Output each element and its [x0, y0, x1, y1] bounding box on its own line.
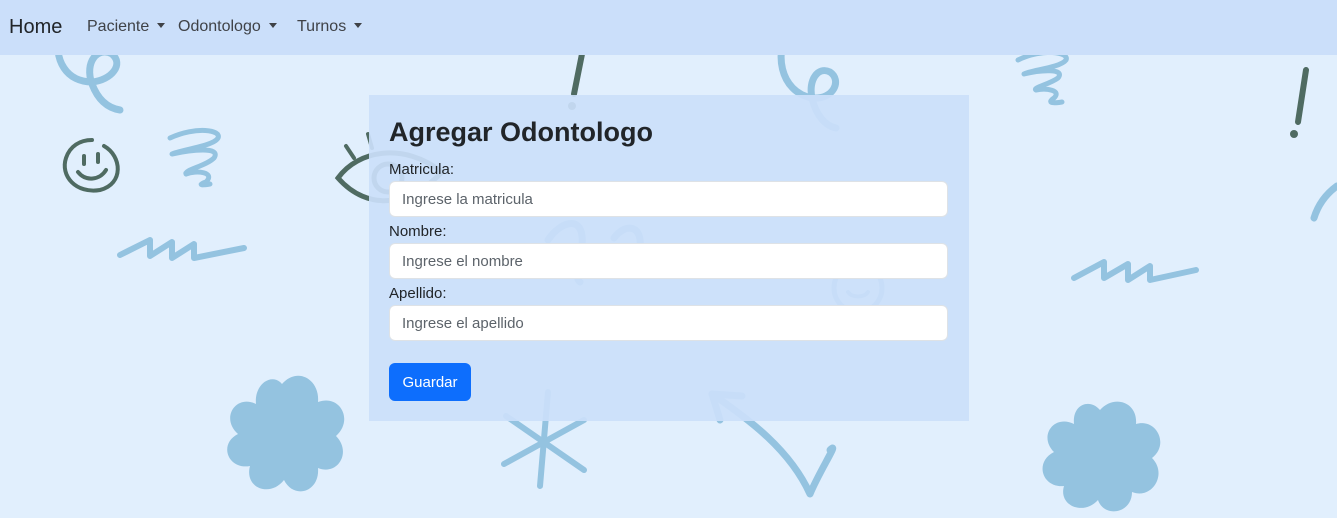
caret-down-icon — [157, 23, 166, 28]
nav-item-label: Paciente — [87, 18, 150, 35]
nombre-input[interactable] — [389, 243, 948, 279]
guardar-button[interactable]: Guardar — [389, 363, 471, 401]
caret-down-icon — [268, 23, 277, 28]
top-navbar: Home Paciente Odontologo Turnos — [0, 0, 1337, 55]
scribble-doodle-icon — [167, 128, 221, 188]
nav-item-label: Odontologo — [178, 18, 261, 35]
nav-item-label: Turnos — [297, 18, 347, 35]
exclamation-icon — [1295, 67, 1309, 125]
nombre-label: Nombre: — [389, 223, 447, 240]
nav-dropdown-odontologo[interactable]: Odontologo — [178, 18, 277, 36]
flower-doodle-icon — [227, 375, 345, 492]
zigzag-doodle-icon — [117, 237, 247, 261]
zigzag-doodle-icon — [1071, 259, 1199, 283]
smiley-face-icon — [62, 138, 120, 193]
scribble-doodle-icon — [1015, 49, 1069, 106]
nav-dropdown-paciente[interactable]: Paciente — [87, 18, 166, 36]
matricula-input[interactable] — [389, 181, 948, 217]
matricula-label: Matricula: — [389, 161, 455, 178]
apellido-label: Apellido: — [389, 285, 447, 302]
flower-doodle-icon — [1042, 401, 1161, 512]
apellido-input[interactable] — [389, 305, 948, 341]
nav-dropdown-turnos[interactable]: Turnos — [297, 18, 363, 36]
form-title: Agregar Odontologo — [389, 117, 653, 147]
exclamation-icon — [571, 51, 585, 97]
add-dentist-form: Agregar Odontologo Matricula: Nombre: Ap… — [369, 95, 969, 421]
caret-down-icon — [354, 23, 363, 28]
home-link[interactable]: Home — [9, 16, 62, 39]
